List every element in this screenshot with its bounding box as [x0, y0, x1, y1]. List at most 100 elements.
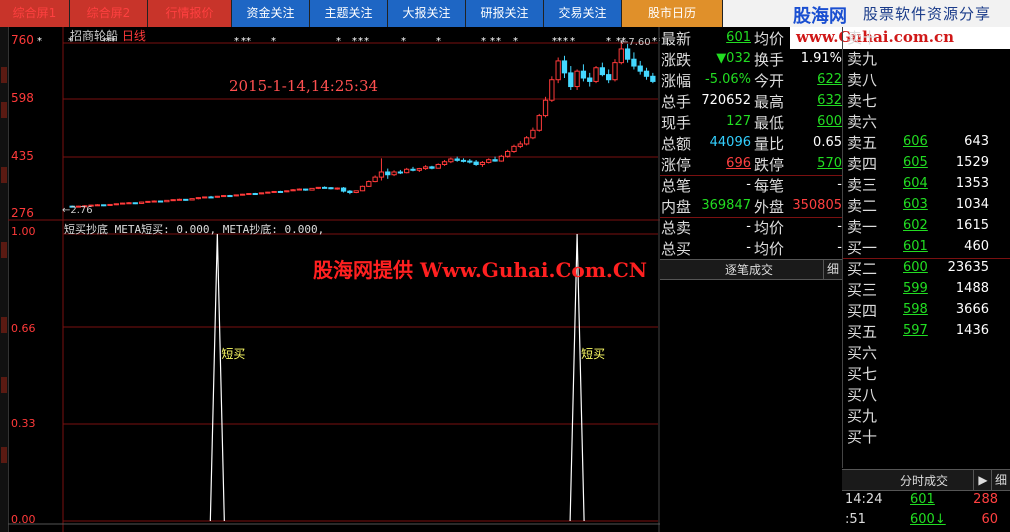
strip-marker[interactable] [1, 67, 7, 83]
tab-2[interactable]: 行情报价 [148, 0, 232, 27]
candle-body [624, 48, 631, 60]
tab-1[interactable]: 综合屏2 [70, 0, 148, 27]
quote-row: 总手 720652 最高 632 [660, 91, 842, 112]
strip-marker[interactable] [1, 102, 7, 118]
candle-body [599, 67, 606, 76]
quote-label: 总卖 [661, 219, 692, 237]
strip-marker[interactable] [1, 377, 7, 393]
order-book-row[interactable]: 卖二 603 1034 [843, 195, 1010, 216]
candle-body [334, 187, 340, 190]
order-book-label: 卖八 [847, 71, 878, 89]
stock-title: 招商轮船 日线 [70, 27, 146, 44]
candle-body [145, 200, 151, 203]
order-book: 卖十 卖九卖八 卖七 卖六 卖五 606 643 卖四 605 1529 卖三 604 1353 卖二 60… [842, 27, 1010, 468]
order-book-row[interactable]: 卖四 605 1529 [843, 153, 1010, 174]
tab-6[interactable]: 研报关注 [466, 0, 544, 27]
candle-body [486, 159, 492, 163]
order-book-row[interactable]: 买五 597 1436 [843, 321, 1010, 342]
order-book-volume: 1615 [955, 218, 989, 233]
strip-marker[interactable] [1, 167, 7, 183]
candle-body [233, 194, 239, 197]
order-book-label: 卖三 [847, 176, 878, 194]
order-book-row[interactable]: 卖三 604 1353 [843, 174, 1010, 195]
tab-0[interactable]: 综合屏1 [0, 0, 70, 27]
order-book-label: 卖十 [847, 29, 878, 47]
tick-trades-title: 逐笔成交 [725, 263, 774, 277]
quote-label: 均价 [754, 240, 785, 258]
minute-detail-button[interactable]: 细 [991, 470, 1010, 490]
tab-4[interactable]: 主题关注 [310, 0, 388, 27]
quote-value: -5.06% [705, 72, 751, 87]
quote-label: 总额 [661, 135, 692, 153]
order-book-volume: 1034 [955, 197, 989, 212]
chart-datestamp: 2015-1-14,14:25:34 [229, 77, 379, 95]
quote-row: 总笔 - 每笔 - [660, 175, 842, 196]
order-book-row[interactable]: 买七 [843, 363, 1010, 384]
order-book-row[interactable]: 卖九 [843, 48, 1010, 69]
candle-body [650, 75, 656, 82]
order-book-row[interactable]: 买八 [843, 384, 1010, 405]
event-star: * [358, 36, 363, 47]
quote-row: 现手 127 最低 600 [660, 112, 842, 133]
order-book-label: 买九 [847, 407, 878, 425]
tab-8[interactable]: 股市日历 [622, 0, 723, 27]
play-icon[interactable]: ▶ [973, 470, 992, 490]
strip-marker[interactable] [1, 447, 7, 463]
minute-trades-title: 分时成交 [900, 474, 949, 488]
strip-marker[interactable] [1, 317, 7, 333]
candle-body [220, 195, 227, 198]
candle-body [164, 199, 170, 203]
tick-trades-header[interactable]: 逐笔成交 细 [660, 259, 842, 280]
tab-5[interactable]: 大报关注 [388, 0, 466, 27]
quote-label: 今开 [754, 72, 785, 90]
candle-body [328, 187, 334, 190]
quote-value: 0.65 [813, 135, 842, 150]
candle-body [530, 129, 536, 139]
candle-body [404, 168, 410, 174]
quote-label: 最低 [754, 114, 785, 132]
candle-body [227, 195, 233, 198]
candle-body [549, 79, 555, 101]
candle-body [277, 190, 284, 193]
order-book-volume: 1488 [955, 281, 989, 296]
order-book-row[interactable]: 卖十 [843, 27, 1010, 48]
order-book-row[interactable]: 买六 [843, 342, 1010, 363]
order-book-row[interactable]: 买十 [843, 426, 1010, 447]
quote-label: 总买 [661, 240, 692, 258]
event-star: * [246, 36, 251, 47]
tick-detail-button[interactable]: 细 [823, 260, 842, 279]
order-book-volume: 1529 [955, 155, 989, 170]
order-book-row[interactable]: 买二 600 23635 [843, 258, 1010, 279]
order-book-row[interactable]: 买九 [843, 405, 1010, 426]
minute-trades-header[interactable]: 分时成交 ▶ 细 [842, 469, 1010, 491]
candle-body [612, 62, 618, 81]
order-book-row[interactable]: 卖六 [843, 111, 1010, 132]
order-book-price: 605 [903, 155, 928, 170]
quote-label: 总手 [661, 93, 692, 111]
order-book-row[interactable]: 买四 598 3666 [843, 300, 1010, 321]
order-book-row[interactable]: 买一 601 460 [843, 237, 1010, 258]
candle-body [410, 168, 416, 171]
order-book-row[interactable]: 卖七 [843, 90, 1010, 111]
strip-marker[interactable] [1, 242, 7, 258]
tab-7[interactable]: 交易关注 [544, 0, 622, 27]
candle-body [580, 70, 587, 79]
order-book-row[interactable]: 买三 599 1488 [843, 279, 1010, 300]
candle-body [561, 60, 568, 74]
candle-body [315, 186, 321, 189]
indicator-axis-label: 1.00 [11, 225, 36, 238]
quote-value: 720652 [701, 93, 751, 108]
candle-body [290, 189, 296, 192]
quote-label: 均价 [754, 30, 785, 48]
event-star: * [606, 36, 611, 47]
quote-label: 涨跌 [661, 51, 692, 69]
order-book-row[interactable]: 卖一 602 1615 [843, 216, 1010, 237]
chart-period[interactable]: 日线 [122, 29, 146, 43]
order-book-row[interactable]: 卖五 606 643 [843, 132, 1010, 153]
quote-row: 总买 - 均价 - [660, 238, 842, 259]
event-star: * [570, 36, 575, 47]
order-book-row[interactable]: 卖八 [843, 69, 1010, 90]
order-book-label: 卖四 [847, 155, 878, 173]
tab-3[interactable]: 资金关注 [232, 0, 310, 27]
kline-chart-panel[interactable]: **************************** 招商轮船 日线 760… [8, 27, 660, 532]
